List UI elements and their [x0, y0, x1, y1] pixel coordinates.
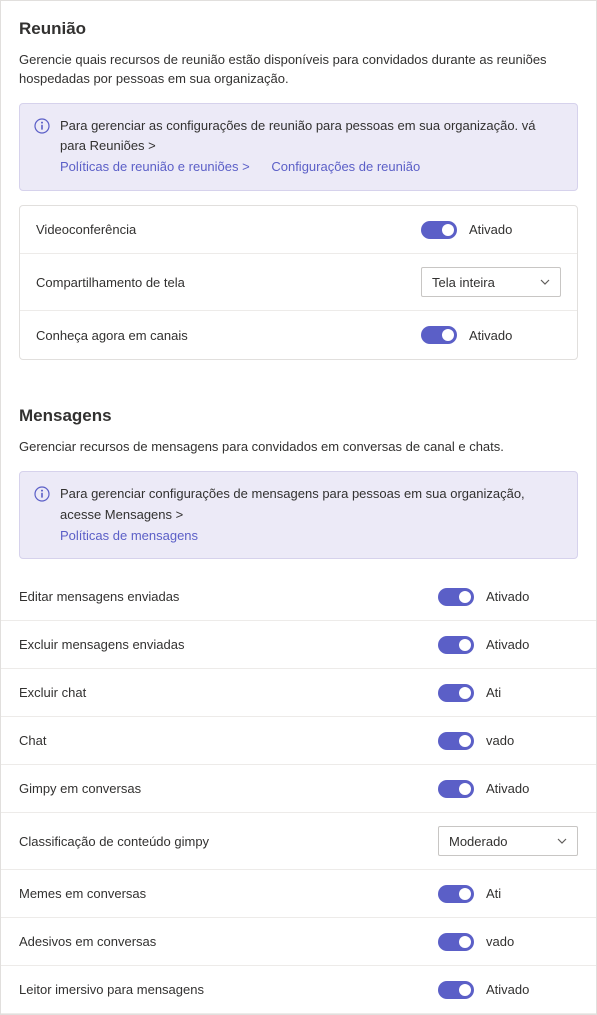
- setting-label: Conheça agora em canais: [36, 328, 421, 343]
- meeting-info-link-settings[interactable]: Configurações de reunião: [271, 157, 420, 178]
- delete-sent-toggle-label: Ativado: [486, 637, 529, 652]
- delete-chat-toggle-label: Ati: [486, 685, 501, 700]
- messages-row-gimpy-convo: Gimpy em conversas Ativado: [1, 765, 596, 813]
- messages-row-chat: Chat vado: [1, 717, 596, 765]
- messages-row-edit-sent: Editar mensagens enviadas Ativado: [1, 573, 596, 621]
- edit-sent-toggle-label: Ativado: [486, 589, 529, 604]
- setting-label: Gimpy em conversas: [19, 781, 438, 796]
- meeting-title: Reunião: [19, 19, 578, 39]
- setting-label: Chat: [19, 733, 438, 748]
- messages-row-stickers: Adesivos em conversas vado: [1, 918, 596, 966]
- setting-label: Leitor imersivo para mensagens: [19, 982, 438, 997]
- messages-info-lead: Para gerenciar configurações de mensagen…: [60, 486, 525, 522]
- messages-settings-list: Editar mensagens enviadas Ativado Exclui…: [1, 573, 596, 1014]
- memes-toggle-label: Ati: [486, 886, 501, 901]
- setting-label: Videoconferência: [36, 222, 421, 237]
- videoconference-toggle[interactable]: [421, 221, 457, 239]
- messages-info-text: Para gerenciar configurações de mensagen…: [60, 484, 563, 546]
- messages-row-delete-sent: Excluir mensagens enviadas Ativado: [1, 621, 596, 669]
- meetnow-toggle[interactable]: [421, 326, 457, 344]
- meetnow-toggle-label: Ativado: [469, 328, 512, 343]
- stickers-toggle-label: vado: [486, 934, 514, 949]
- meeting-row-videoconference: Videoconferência Ativado: [20, 206, 577, 254]
- info-icon: [34, 486, 50, 502]
- meeting-row-meetnow: Conheça agora em canais Ativado: [20, 311, 577, 359]
- messages-title: Mensagens: [19, 406, 578, 426]
- setting-label: Excluir chat: [19, 685, 438, 700]
- immersive-reader-toggle-label: Ativado: [486, 982, 529, 997]
- edit-sent-toggle[interactable]: [438, 588, 474, 606]
- videoconference-toggle-label: Ativado: [469, 222, 512, 237]
- messages-row-delete-chat: Excluir chat Ati: [1, 669, 596, 717]
- meeting-section: Reunião Gerencie quais recursos de reuni…: [1, 1, 596, 360]
- meeting-info-box: Para gerenciar as configurações de reuni…: [19, 103, 578, 191]
- setting-label: Memes em conversas: [19, 886, 438, 901]
- messages-description: Gerenciar recursos de mensagens para con…: [19, 438, 578, 457]
- stickers-toggle[interactable]: [438, 933, 474, 951]
- setting-label: Adesivos em conversas: [19, 934, 438, 949]
- setting-label: Compartilhamento de tela: [36, 275, 421, 290]
- chat-toggle[interactable]: [438, 732, 474, 750]
- chevron-down-icon: [540, 277, 550, 287]
- screenshare-select[interactable]: Tela inteira: [421, 267, 561, 297]
- meeting-description: Gerencie quais recursos de reunião estão…: [19, 51, 578, 89]
- screenshare-select-value: Tela inteira: [432, 275, 495, 290]
- gimpy-rating-select-value: Moderado: [449, 834, 508, 849]
- messages-info-link-policies[interactable]: Políticas de mensagens: [60, 526, 198, 547]
- chat-toggle-label: vado: [486, 733, 514, 748]
- gimpy-convo-toggle[interactable]: [438, 780, 474, 798]
- messages-row-immersive-reader: Leitor imersivo para mensagens Ativado: [1, 966, 596, 1014]
- memes-toggle[interactable]: [438, 885, 474, 903]
- delete-chat-toggle[interactable]: [438, 684, 474, 702]
- setting-label: Editar mensagens enviadas: [19, 589, 438, 604]
- messages-row-memes: Memes em conversas Ati: [1, 870, 596, 918]
- messages-info-box: Para gerenciar configurações de mensagen…: [19, 471, 578, 559]
- setting-label: Excluir mensagens enviadas: [19, 637, 438, 652]
- delete-sent-toggle[interactable]: [438, 636, 474, 654]
- setting-label: Classificação de conteúdo gimpy: [19, 834, 438, 849]
- meeting-row-screenshare: Compartilhamento de tela Tela inteira: [20, 254, 577, 311]
- meeting-info-link-policies[interactable]: Políticas de reunião e reuniões >: [60, 157, 250, 178]
- messages-row-gimpy-rating: Classificação de conteúdo gimpy Moderado: [1, 813, 596, 870]
- gimpy-convo-toggle-label: Ativado: [486, 781, 529, 796]
- immersive-reader-toggle[interactable]: [438, 981, 474, 999]
- chevron-down-icon: [557, 836, 567, 846]
- meeting-info-text: Para gerenciar as configurações de reuni…: [60, 116, 563, 178]
- meeting-settings-card: Videoconferência Ativado Compartilhament…: [19, 205, 578, 360]
- gimpy-rating-select[interactable]: Moderado: [438, 826, 578, 856]
- meeting-info-lead: Para gerenciar as configurações de reuni…: [60, 118, 536, 154]
- messages-section: Mensagens Gerenciar recursos de mensagen…: [1, 388, 596, 559]
- info-icon: [34, 118, 50, 134]
